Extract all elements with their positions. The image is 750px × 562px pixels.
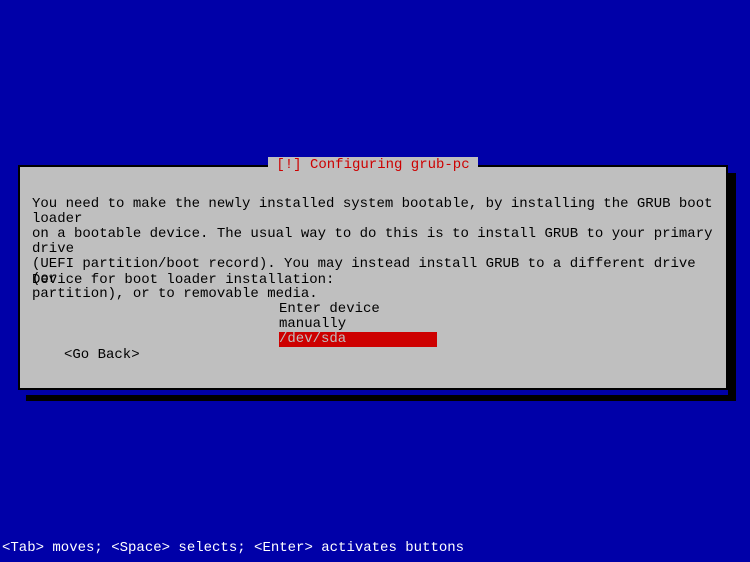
dialog-shadow-bottom <box>26 395 736 401</box>
configure-grub-dialog: [!] Configuring grub-pc You need to make… <box>18 165 728 390</box>
go-back-button[interactable]: <Go Back> <box>64 347 140 363</box>
option-enter-device-manually[interactable]: Enter device manually <box>279 302 437 332</box>
option-dev-sda[interactable]: /dev/sda <box>279 332 437 347</box>
dialog-shadow-right <box>728 173 736 401</box>
dialog-title: [!] Configuring grub-pc <box>268 157 477 173</box>
keyboard-hints: <Tab> moves; <Space> selects; <Enter> ac… <box>2 540 464 556</box>
dialog-title-wrapper: [!] Configuring grub-pc <box>20 157 726 173</box>
device-options-list: Enter device manually /dev/sda <box>279 302 437 347</box>
dialog-prompt: Device for boot loader installation: <box>32 272 334 288</box>
